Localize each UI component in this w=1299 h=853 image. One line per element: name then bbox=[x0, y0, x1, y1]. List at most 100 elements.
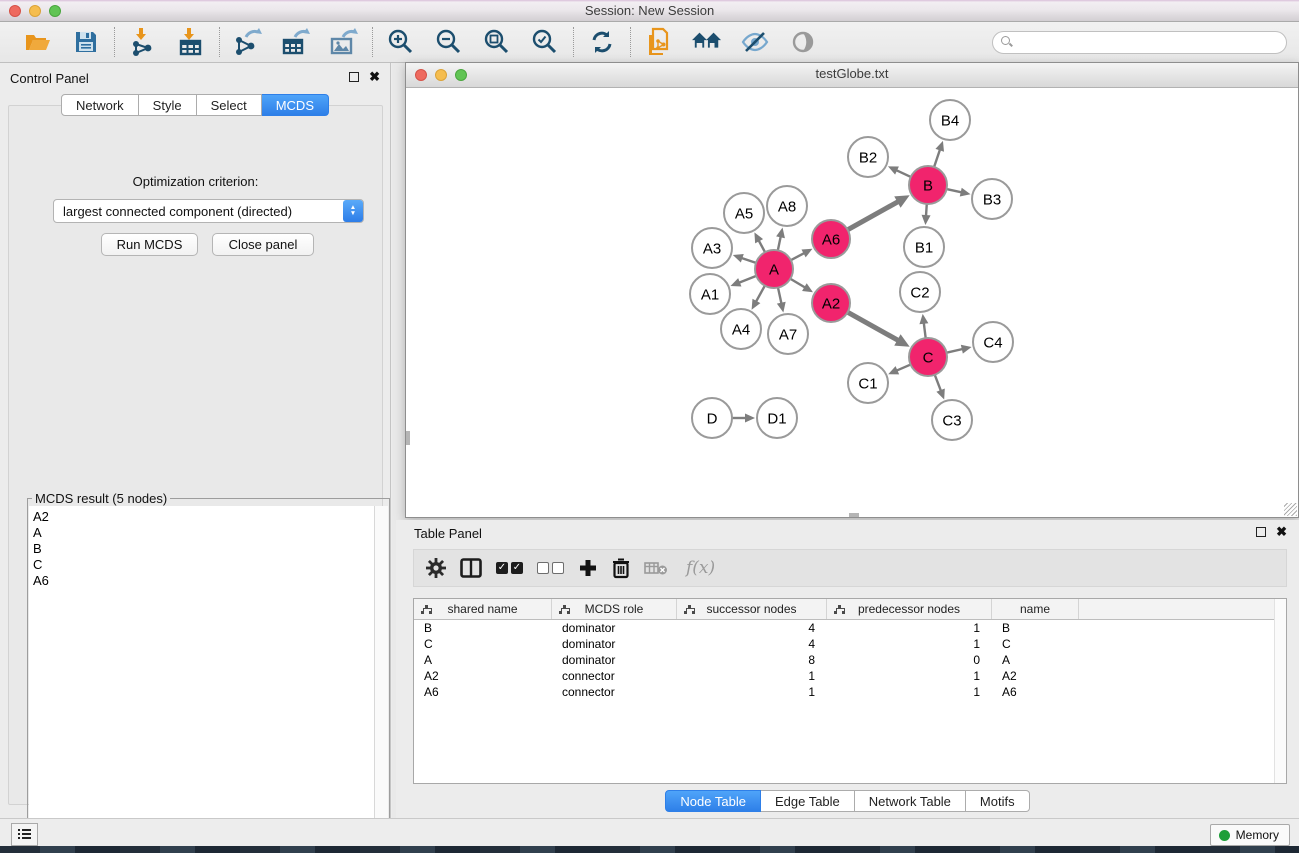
table-scrollbar-track[interactable] bbox=[1274, 599, 1286, 783]
graph-edge-A-A8[interactable] bbox=[778, 235, 781, 250]
table-row[interactable]: A6connector11A6 bbox=[414, 684, 1286, 700]
close-panel-icon[interactable]: ✖ bbox=[1276, 527, 1287, 537]
zoom-out-icon[interactable] bbox=[434, 27, 464, 57]
zoom-in-icon[interactable] bbox=[386, 27, 416, 57]
close-panel-icon[interactable]: ✖ bbox=[369, 72, 380, 82]
close-panel-button[interactable]: Close panel bbox=[212, 233, 314, 256]
import-table-icon[interactable] bbox=[176, 27, 206, 57]
zoom-fit-icon[interactable] bbox=[482, 27, 512, 57]
graph-edge-A-A7[interactable] bbox=[778, 288, 782, 305]
search-input[interactable] bbox=[992, 31, 1287, 54]
copy-network-icon[interactable] bbox=[644, 27, 674, 57]
graph-edge-C-C4[interactable] bbox=[947, 349, 964, 353]
table-row[interactable]: Cdominator41C bbox=[414, 636, 1286, 652]
mcds-result-item[interactable]: C bbox=[33, 557, 374, 573]
graph-edge-A-A1[interactable] bbox=[738, 276, 756, 283]
graph-node-D1[interactable]: D1 bbox=[757, 398, 797, 438]
hide-eye-icon[interactable] bbox=[740, 27, 770, 57]
tab-mcds[interactable]: MCDS bbox=[262, 94, 329, 116]
graph-node-C2[interactable]: C2 bbox=[900, 272, 940, 312]
table-settings-gear-icon[interactable] bbox=[426, 555, 446, 581]
column-header-shared-name[interactable]: shared name bbox=[414, 599, 552, 619]
tab-node-table[interactable]: Node Table bbox=[665, 790, 761, 812]
graph-edge-A6-B[interactable] bbox=[848, 201, 900, 230]
graph-node-A6[interactable]: A6 bbox=[812, 220, 850, 258]
graph-edge-A-A4[interactable] bbox=[755, 286, 764, 303]
float-panel-icon[interactable] bbox=[349, 72, 359, 82]
delete-column-icon[interactable] bbox=[612, 555, 630, 581]
graph-node-B1[interactable]: B1 bbox=[904, 227, 944, 267]
graph-node-A[interactable]: A bbox=[755, 250, 793, 288]
export-image-icon[interactable] bbox=[329, 27, 359, 57]
refresh-icon[interactable] bbox=[587, 27, 617, 57]
add-column-icon[interactable] bbox=[578, 555, 598, 581]
graph-node-A3[interactable]: A3 bbox=[692, 228, 732, 268]
graph-node-A5[interactable]: A5 bbox=[724, 193, 764, 233]
graph-node-B3[interactable]: B3 bbox=[972, 179, 1012, 219]
graph-edge-C-C1[interactable] bbox=[896, 365, 911, 372]
resize-grip-icon[interactable] bbox=[1284, 503, 1297, 516]
graph-edge-B-B3[interactable] bbox=[947, 189, 963, 193]
graph-edge-A-A6[interactable] bbox=[791, 253, 806, 261]
mcds-result-scrollbar[interactable] bbox=[375, 506, 388, 841]
column-header-MCDS-role[interactable]: MCDS role bbox=[552, 599, 677, 619]
graph-edge-C-C3[interactable] bbox=[935, 375, 942, 392]
detail-eye-icon[interactable] bbox=[788, 27, 818, 57]
graph-node-C3[interactable]: C3 bbox=[932, 400, 972, 440]
graph-edge-A-A3[interactable] bbox=[740, 258, 756, 263]
graph-node-C1[interactable]: C1 bbox=[848, 363, 888, 403]
graph-edge-A2-C[interactable] bbox=[848, 312, 900, 341]
ndex-homes-icon[interactable] bbox=[692, 27, 722, 57]
table-row[interactable]: A2connector11A2 bbox=[414, 668, 1286, 684]
graph-node-B4[interactable]: B4 bbox=[930, 100, 970, 140]
export-table-icon[interactable] bbox=[281, 27, 311, 57]
network-window-titlebar[interactable]: testGlobe.txt bbox=[406, 63, 1298, 88]
network-vscroll-thumb[interactable] bbox=[406, 431, 410, 445]
clear-checkboxes-icon[interactable] bbox=[537, 555, 564, 581]
float-panel-icon[interactable] bbox=[1256, 527, 1266, 537]
task-history-button[interactable] bbox=[11, 823, 38, 846]
graph-node-D[interactable]: D bbox=[692, 398, 732, 438]
graph-node-A2[interactable]: A2 bbox=[812, 284, 850, 322]
mcds-result-item[interactable]: A6 bbox=[33, 573, 374, 589]
zoom-selected-icon[interactable] bbox=[530, 27, 560, 57]
graph-node-B[interactable]: B bbox=[909, 166, 947, 204]
tab-network-table[interactable]: Network Table bbox=[855, 790, 966, 812]
save-session-icon[interactable] bbox=[71, 27, 101, 57]
graph-node-A8[interactable]: A8 bbox=[767, 186, 807, 226]
column-header-predecessor-nodes[interactable]: predecessor nodes bbox=[827, 599, 992, 619]
show-columns-icon[interactable] bbox=[460, 555, 482, 581]
mcds-result-item[interactable]: B bbox=[33, 541, 374, 557]
column-header-name[interactable]: name bbox=[992, 599, 1079, 619]
table-row[interactable]: Adominator80A bbox=[414, 652, 1286, 668]
tab-network[interactable]: Network bbox=[61, 94, 139, 116]
column-header-successor-nodes[interactable]: successor nodes bbox=[677, 599, 827, 619]
graph-edge-A-A5[interactable] bbox=[758, 239, 765, 252]
select-all-checkboxes-icon[interactable]: ✓✓ bbox=[496, 555, 523, 581]
graph-node-A4[interactable]: A4 bbox=[721, 309, 761, 349]
import-network-icon[interactable] bbox=[128, 27, 158, 57]
graph-node-A7[interactable]: A7 bbox=[768, 314, 808, 354]
graph-node-A1[interactable]: A1 bbox=[690, 274, 730, 314]
graph-node-B2[interactable]: B2 bbox=[848, 137, 888, 177]
export-network-icon[interactable] bbox=[233, 27, 263, 57]
table-row[interactable]: Bdominator41B bbox=[414, 620, 1286, 636]
graph-node-C[interactable]: C bbox=[909, 338, 947, 376]
run-mcds-button[interactable]: Run MCDS bbox=[101, 233, 198, 256]
mcds-result-item[interactable]: A2 bbox=[33, 509, 374, 525]
tab-style[interactable]: Style bbox=[139, 94, 197, 116]
tab-motifs[interactable]: Motifs bbox=[966, 790, 1030, 812]
tab-edge-table[interactable]: Edge Table bbox=[761, 790, 855, 812]
graph-node-C4[interactable]: C4 bbox=[973, 322, 1013, 362]
tab-select[interactable]: Select bbox=[197, 94, 262, 116]
graph-edge-B-B4[interactable] bbox=[934, 148, 940, 167]
graph-edge-C-C2[interactable] bbox=[924, 322, 926, 338]
graph-edge-B-B2[interactable] bbox=[895, 170, 911, 177]
optimization-criterion-select[interactable]: largest connected component (directed) ▲… bbox=[53, 199, 364, 223]
graph-edge-A-A2[interactable] bbox=[790, 279, 806, 288]
open-session-icon[interactable] bbox=[23, 27, 53, 57]
memory-button[interactable]: Memory bbox=[1210, 824, 1290, 846]
network-hscroll-thumb[interactable] bbox=[849, 513, 859, 517]
mcds-result-item[interactable]: A bbox=[33, 525, 374, 541]
network-canvas[interactable]: A A6 A2 B C B4 B2 B3 B1 A5A8 A3 A1A4A7 C2 C4 C1 C3 D D1 bbox=[406, 89, 1298, 517]
